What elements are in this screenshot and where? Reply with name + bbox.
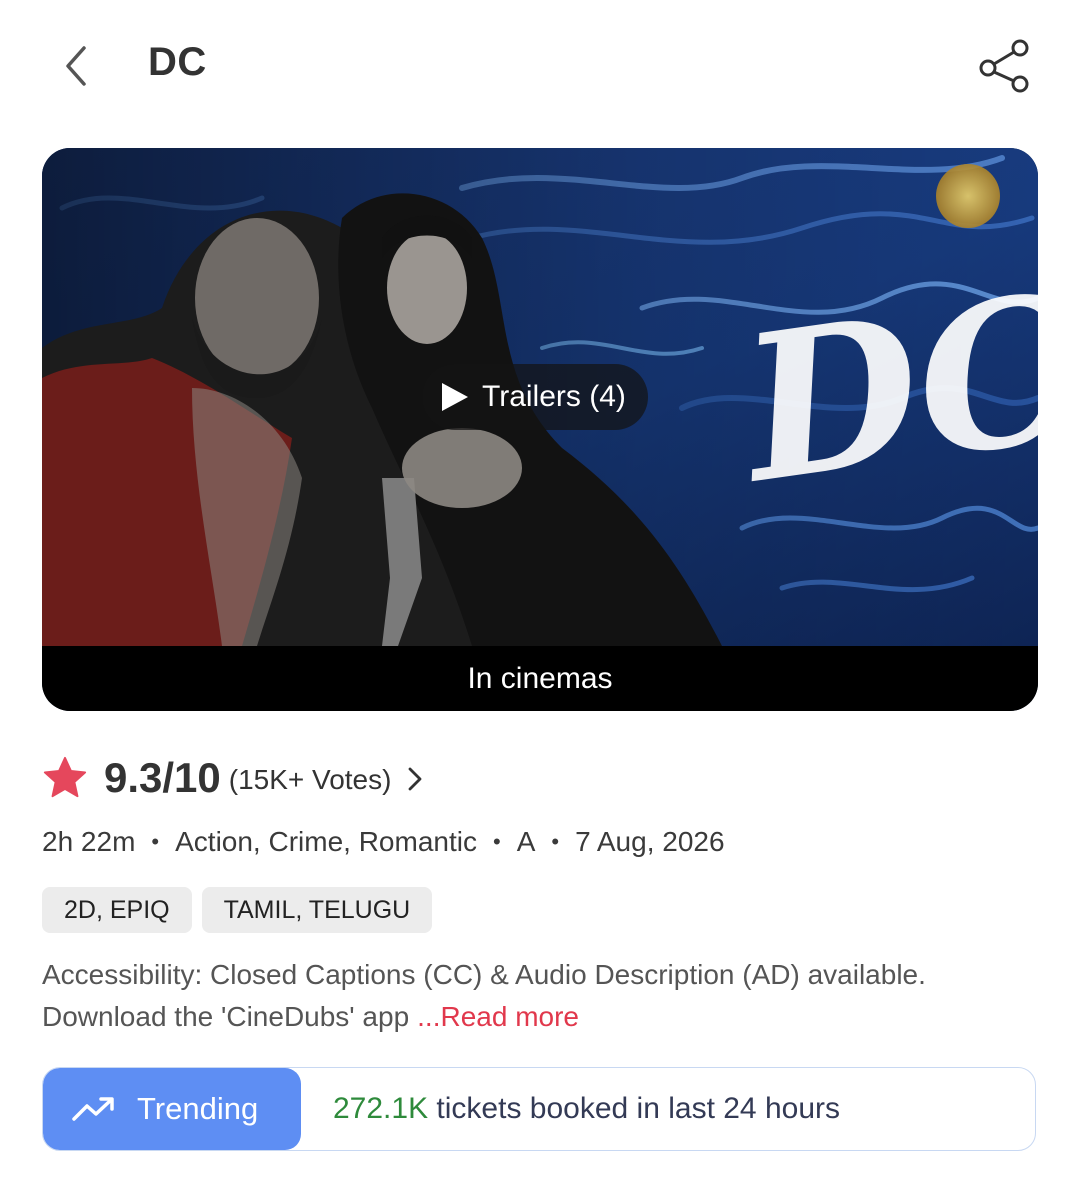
share-icon [979,39,1029,93]
movie-banner[interactable]: DC Trailers (4) In cinemas [42,148,1038,711]
format-language-tags: 2D, EPIQ TAMIL, TELUGU [42,887,433,933]
chevron-right-icon [409,767,422,791]
share-button[interactable] [972,34,1036,98]
rating-votes: (15K+ Votes) [228,764,392,795]
trending-label: Trending [137,1091,259,1126]
trending-stats: 272.1K tickets booked in last 24 hours [333,1092,840,1126]
description-line-2: Download the 'CineDubs' app ...Read more [42,996,1032,1038]
back-button[interactable] [52,38,100,94]
in-cinemas-strip: In cinemas [42,646,1038,711]
play-icon [442,383,468,411]
poster-logo: DC [725,249,1038,529]
meta-separator: • [492,829,501,854]
movie-meta: 2h 22m • Action, Crime, Romantic • A • 7… [42,826,725,858]
in-cinemas-label: In cinemas [467,661,613,695]
rating-row[interactable]: 9.3/10 (15K+ Votes) [42,748,423,808]
release-date: 7 Aug, 2026 [575,826,725,857]
language-tag: TAMIL, TELUGU [201,887,433,933]
trailers-label: Trailers (4) [482,380,626,413]
page-title: DC [148,40,207,84]
read-more-link[interactable]: ...Read more [417,1001,579,1032]
genres: Action, Crime, Romantic [175,826,477,857]
meta-separator: • [551,829,560,854]
app-header: DC [0,0,1069,130]
trending-chip: Trending [43,1068,301,1150]
description-text: Download the 'CineDubs' app [42,1001,410,1032]
meta-separator: • [151,829,160,854]
rating-score: 9.3/10 [104,754,221,801]
certificate: A [516,826,536,857]
trailers-button[interactable]: Trailers (4) [422,364,648,430]
duration: 2h 22m [42,826,136,857]
tickets-count: 272.1K [333,1092,429,1125]
chevron-left-icon [66,46,86,86]
format-tag: 2D, EPIQ [42,887,192,933]
description-line-1: Accessibility: Closed Captions (CC) & Au… [42,959,926,990]
movie-description: Accessibility: Closed Captions (CC) & Au… [42,954,1032,1038]
star-icon [43,756,87,798]
trending-up-icon [72,1097,114,1121]
trending-banner: Trending 272.1K tickets booked in last 2… [42,1067,1036,1151]
tickets-text: tickets booked in last 24 hours [428,1092,840,1125]
